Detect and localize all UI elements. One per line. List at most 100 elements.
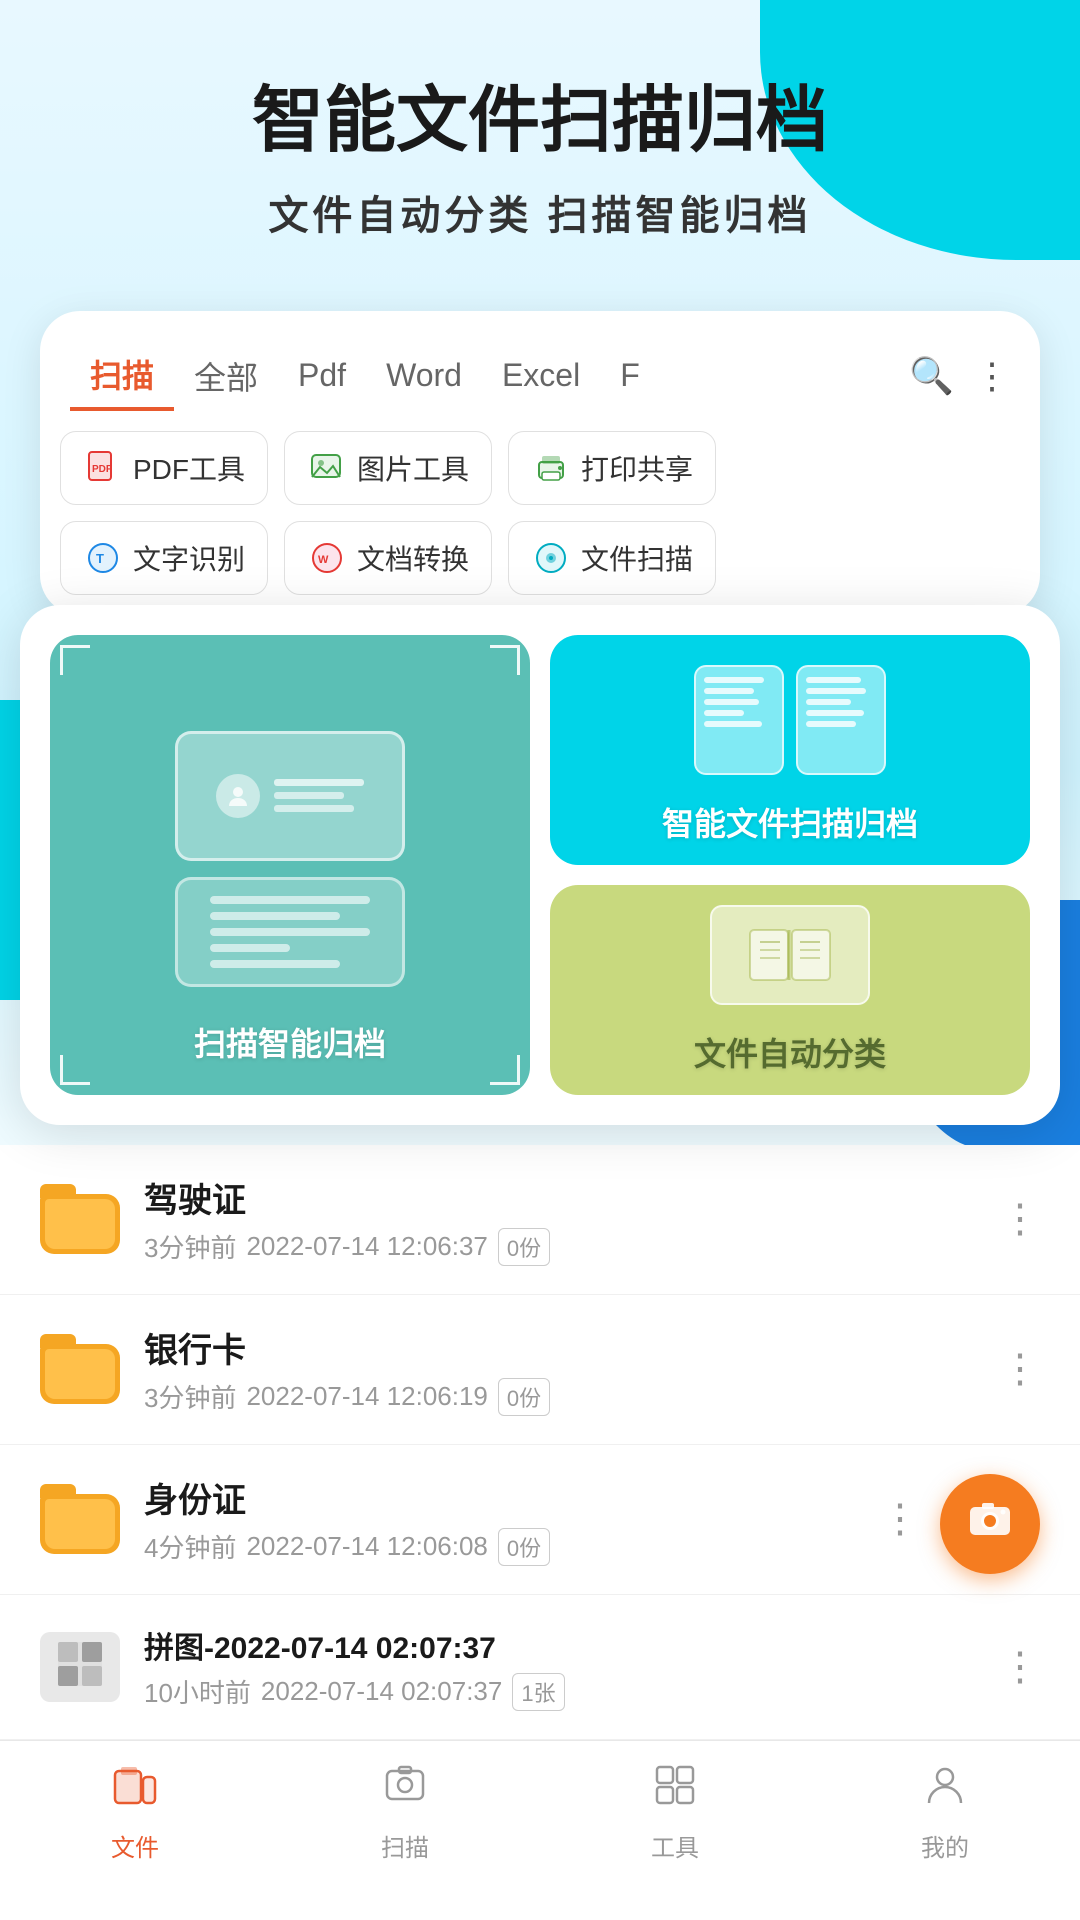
svg-text:T: T [96, 551, 104, 566]
scan-illustrations [80, 731, 500, 987]
tab-all[interactable]: 全部 [174, 343, 278, 409]
id-card-illustration [175, 731, 405, 861]
filescan-label: 文件扫描 [581, 538, 693, 578]
more-icon[interactable]: ⋮ [974, 355, 1010, 397]
filescan-tool-button[interactable]: 文件扫描 [508, 521, 716, 595]
file-more-button[interactable]: ⋮ [880, 1496, 920, 1542]
pdf-tool-button[interactable]: PDF PDF工具 [60, 431, 268, 505]
file-meta: 3分钟前 2022-07-14 12:06:19 0份 [144, 1378, 976, 1416]
file-item[interactable]: 银行卡 3分钟前 2022-07-14 12:06:19 0份 ⋮ [0, 1295, 1080, 1445]
nav-files[interactable]: 文件 [111, 1761, 159, 1863]
tab-word[interactable]: Word [366, 347, 482, 404]
file-thumbnail [40, 1632, 120, 1702]
bottom-nav: 文件 扫描 工具 [0, 1740, 1080, 1893]
search-icon[interactable]: 🔍 [909, 355, 954, 397]
svg-text:PDF: PDF [92, 464, 112, 475]
tools-row-2: T 文字识别 W 文档转换 [40, 521, 1040, 595]
file-date: 2022-07-14 02:07:37 [261, 1676, 502, 1707]
classify-card[interactable]: 文件自动分类 [550, 885, 1030, 1095]
file-count-badge: 0份 [498, 1378, 550, 1416]
svg-text:W: W [318, 554, 329, 566]
smart-scan-card[interactable]: 智能文件扫描归档 [550, 635, 1030, 865]
file-count-badge: 1张 [512, 1673, 564, 1711]
file-time: 10小时前 [144, 1673, 251, 1710]
scan-smart-card[interactable]: 扫描智能归档 [50, 635, 530, 1095]
tab-pdf[interactable]: Pdf [278, 347, 366, 404]
tab-excel[interactable]: Excel [482, 347, 600, 404]
file-date: 2022-07-14 12:06:19 [246, 1381, 487, 1412]
image-tool-label: 图片工具 [357, 448, 469, 488]
scan-label: 扫描智能归档 [194, 1019, 386, 1065]
file-item[interactable]: 身份证 4分钟前 2022-07-14 12:06:08 0份 ⋮ [0, 1445, 1080, 1595]
tab-bar: 扫描 全部 Pdf Word Excel F 🔍 ⋮ [40, 341, 1040, 411]
file-meta: 4分钟前 2022-07-14 12:06:08 0份 [144, 1528, 856, 1566]
file-more-button[interactable]: ⋮ [1000, 1644, 1040, 1690]
file-info: 拼图-2022-07-14 02:07:37 10小时前 2022-07-14 … [144, 1623, 976, 1711]
feature-overlay: 扫描智能归档 [20, 605, 1060, 1125]
file-count-badge: 0份 [498, 1528, 550, 1566]
app-card: 扫描 全部 Pdf Word Excel F 🔍 ⋮ PDF [40, 311, 1040, 615]
nav-mine-label: 我的 [921, 1828, 969, 1863]
print-icon [531, 448, 571, 488]
nav-tools[interactable]: 工具 [651, 1761, 699, 1863]
nav-files-label: 文件 [111, 1828, 159, 1863]
tab-scan[interactable]: 扫描 [70, 341, 174, 411]
image-tool-button[interactable]: 图片工具 [284, 431, 492, 505]
file-more-button[interactable]: ⋮ [1000, 1346, 1040, 1392]
file-item[interactable]: 拼图-2022-07-14 02:07:37 10小时前 2022-07-14 … [0, 1595, 1080, 1740]
folder-icon [40, 1484, 120, 1554]
file-time: 3分钟前 [144, 1378, 236, 1415]
doc-card-illustration [175, 877, 405, 987]
camera-fab-icon [965, 1493, 1015, 1554]
person-icon [921, 1761, 969, 1820]
hero-section: 智能文件扫描归档 文件自动分类 扫描智能归档 [0, 0, 1080, 281]
file-name: 拼图-2022-07-14 02:07:37 [144, 1623, 976, 1667]
camera-fab-button[interactable] [940, 1474, 1040, 1574]
hero-subtitle: 文件自动分类 扫描智能归档 [60, 183, 1020, 241]
nav-scan[interactable]: 扫描 [381, 1761, 429, 1863]
hero-title: 智能文件扫描归档 [60, 80, 1020, 163]
scan-icon [381, 1761, 429, 1820]
convert-label: 文档转换 [357, 538, 469, 578]
file-info: 银行卡 3分钟前 2022-07-14 12:06:19 0份 [144, 1323, 976, 1416]
file-date: 2022-07-14 12:06:37 [246, 1231, 487, 1262]
file-more-button[interactable]: ⋮ [1000, 1196, 1040, 1242]
files-icon [111, 1761, 159, 1820]
pdf-tool-label: PDF工具 [133, 448, 245, 488]
file-info: 身份证 4分钟前 2022-07-14 12:06:08 0份 [144, 1473, 856, 1566]
smart-docs-illustration [694, 665, 886, 775]
convert-tool-button[interactable]: W 文档转换 [284, 521, 492, 595]
file-name: 驾驶证 [144, 1173, 976, 1222]
file-count-badge: 0份 [498, 1228, 550, 1266]
feature-grid: 扫描智能归档 [50, 635, 1030, 1095]
pdf-icon: PDF [83, 448, 123, 488]
image-icon [307, 448, 347, 488]
book-illustration [710, 905, 870, 1005]
nav-mine[interactable]: 我的 [921, 1761, 969, 1863]
file-name: 银行卡 [144, 1323, 976, 1372]
classify-label: 文件自动分类 [694, 1029, 886, 1075]
file-meta: 3分钟前 2022-07-14 12:06:37 0份 [144, 1228, 976, 1266]
ocr-tool-button[interactable]: T 文字识别 [60, 521, 268, 595]
folder-icon [40, 1334, 120, 1404]
tools-row-1: PDF PDF工具 图片工具 [40, 431, 1040, 505]
ocr-icon: T [83, 538, 123, 578]
ocr-label: 文字识别 [133, 538, 245, 578]
print-tool-button[interactable]: 打印共享 [508, 431, 716, 505]
file-time: 4分钟前 [144, 1528, 236, 1565]
file-time: 3分钟前 [144, 1228, 236, 1265]
folder-icon [40, 1184, 120, 1254]
file-meta: 10小时前 2022-07-14 02:07:37 1张 [144, 1673, 976, 1711]
convert-icon: W [307, 538, 347, 578]
nav-tools-label: 工具 [651, 1828, 699, 1863]
smart-scan-label: 智能文件扫描归档 [662, 799, 918, 845]
file-name: 身份证 [144, 1473, 856, 1522]
file-info: 驾驶证 3分钟前 2022-07-14 12:06:37 0份 [144, 1173, 976, 1266]
file-date: 2022-07-14 12:06:08 [246, 1531, 487, 1562]
tools-icon [651, 1761, 699, 1820]
nav-scan-label: 扫描 [381, 1828, 429, 1863]
filescan-icon [531, 538, 571, 578]
file-item[interactable]: 驾驶证 3分钟前 2022-07-14 12:06:37 0份 ⋮ [0, 1145, 1080, 1295]
print-tool-label: 打印共享 [581, 448, 693, 488]
tab-f[interactable]: F [600, 347, 660, 404]
